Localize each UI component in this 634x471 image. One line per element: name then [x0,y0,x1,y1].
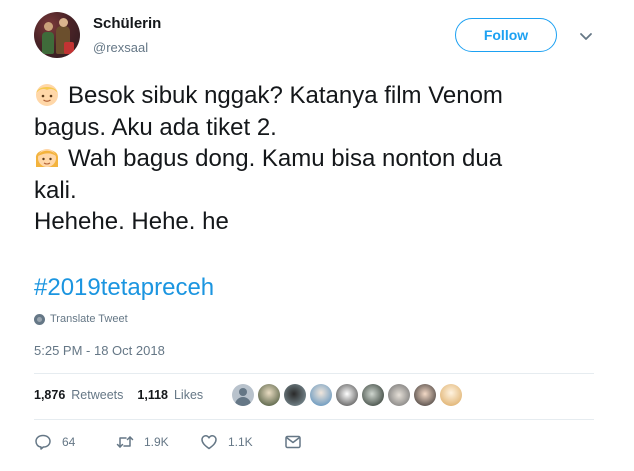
tweet-line-text: Besok sibuk nggak? Katanya film Venom [68,82,503,109]
reply-icon [35,434,51,450]
liker-avatar[interactable] [440,384,462,406]
liker-avatar[interactable] [310,384,332,406]
likes-label[interactable]: Likes [174,388,203,402]
liker-avatars [232,384,462,406]
tweet-line-3: Wah bagus dong. Kamu bisa nonton dua [34,143,594,175]
tweet-line-5: Hehehe. Hehe. he [34,208,229,235]
tweet-actions: 64 1.9K 1.1K [34,433,302,451]
retweet-count: 1.9K [144,435,169,449]
boy-emoji-icon [36,84,58,106]
liker-avatar[interactable] [336,384,358,406]
retweet-icon [116,436,134,448]
retweets-count[interactable]: 1,876 [34,388,65,402]
translate-tweet-link[interactable]: Translate Tweet [34,313,128,325]
liker-avatar[interactable] [284,384,306,406]
like-count: 1.1K [228,435,253,449]
liker-avatar[interactable] [414,384,436,406]
globe-icon [34,313,45,325]
tweet-stats: 1,876 Retweets 1,118 Likes [34,388,203,402]
like-button[interactable]: 1.1K [200,433,284,451]
reply-button[interactable]: 64 [34,433,116,451]
liker-avatar[interactable] [362,384,384,406]
translate-label: Translate Tweet [50,313,128,325]
tweet-line-2: bagus. Aku ada tiket 2. [34,113,277,141]
girl-emoji-icon [35,149,59,167]
liker-avatar[interactable] [232,384,254,406]
tweet-line-text: Wah bagus dong. Kamu bisa nonton dua [68,145,503,172]
display-name[interactable]: Schülerin [93,15,161,32]
chevron-down-icon[interactable] [578,28,594,44]
divider [34,419,594,420]
retweet-button[interactable]: 1.9K [116,433,200,451]
retweets-label[interactable]: Retweets [71,388,123,402]
tweet-line-4: kali. [34,176,77,204]
divider [34,373,594,374]
message-icon [285,435,301,449]
liker-avatar[interactable] [258,384,280,406]
follow-button[interactable]: Follow [455,18,557,52]
tweet-line-1: Besok sibuk nggak? Katanya film Venom [34,80,594,112]
hashtag-link[interactable]: #2019tetapreceh [34,274,214,302]
likes-count[interactable]: 1,118 [137,388,168,402]
tweet-text: Besok sibuk nggak? Katanya film Venom ba… [34,80,594,238]
timestamp[interactable]: 5:25 PM - 18 Oct 2018 [34,343,165,358]
direct-message-button[interactable] [284,433,302,451]
avatar[interactable] [34,12,80,58]
reply-count: 64 [62,435,76,449]
heart-icon [201,435,217,450]
liker-avatar[interactable] [388,384,410,406]
user-handle[interactable]: @rexsaal [93,40,148,55]
